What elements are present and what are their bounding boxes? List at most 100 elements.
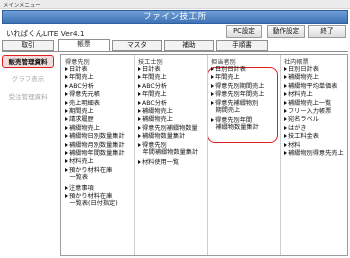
report-item[interactable]: 補綴物売上 xyxy=(138,116,173,123)
report-item[interactable]: 請求履歴 xyxy=(65,116,94,123)
report-item-label: 期間売上 xyxy=(69,108,94,115)
report-item[interactable]: 得意先別年間補綴物数量集計 xyxy=(211,117,259,131)
report-item[interactable]: 注意事項 xyxy=(65,185,94,192)
report-item[interactable]: 得意先別期間売上 xyxy=(211,83,265,90)
tab-5[interactable]: 手順書 xyxy=(216,40,268,51)
play-arrow-icon xyxy=(138,75,141,80)
exit-button[interactable]: 終了 xyxy=(308,25,346,38)
report-item[interactable]: 日計表 xyxy=(138,66,161,73)
report-item-label: 補綴物売上 xyxy=(142,116,173,124)
report-item[interactable]: ABC分析 xyxy=(65,83,94,90)
play-arrow-icon xyxy=(211,100,214,105)
report-item-label: 補綴物売上一覧 xyxy=(288,99,332,107)
report-item-label: 一覧表(日付指定) xyxy=(69,200,118,207)
report-item-label: 材料売上 xyxy=(69,158,94,166)
play-arrow-icon xyxy=(211,67,214,71)
operation-settings-button[interactable]: 動作設定 xyxy=(267,25,305,38)
report-item[interactable]: 補綴物売上 xyxy=(284,74,319,81)
play-arrow-icon xyxy=(284,83,287,88)
report-item[interactable]: 日計表 xyxy=(65,66,88,73)
sidebar-item-1[interactable]: 販売管理資料 xyxy=(2,55,54,68)
play-arrow-icon xyxy=(284,151,287,155)
report-item[interactable]: フリー入力帳票 xyxy=(284,108,331,115)
play-arrow-icon xyxy=(138,142,141,147)
play-arrow-icon xyxy=(65,117,68,122)
report-item-label: 補綴物売上 xyxy=(142,108,173,115)
report-column-2: 技工士別 日計表 年間売上 ABC分析 年間売上 ABC分析 補綴物売上 補綴物売上 得意先別補… xyxy=(134,55,207,255)
report-item-label: 補綴物数量集計 xyxy=(142,133,186,141)
play-arrow-icon xyxy=(211,118,214,123)
play-arrow-icon xyxy=(211,75,214,80)
report-item-label: 補綴物数量集計 xyxy=(215,124,259,132)
report-item[interactable]: 材料 xyxy=(284,142,300,149)
report-item-label: ABC分析 xyxy=(142,99,168,107)
tab-1[interactable]: 取引 xyxy=(2,40,54,51)
play-arrow-icon xyxy=(284,92,287,97)
report-item[interactable]: 年間売上 xyxy=(138,74,167,81)
report-item[interactable]: 宛名ラベル xyxy=(284,116,319,123)
report-item[interactable]: 年間売上 xyxy=(65,74,94,81)
report-column-4: 社内帳票 日別日計表 補綴物売上 補綴物平均単価表 材料売上 補綴物売上一覧 フリー入力帳票… xyxy=(280,55,348,255)
report-item[interactable]: 得意先別年間売上 xyxy=(211,91,265,98)
company-title: ファイン技工所 xyxy=(143,12,207,22)
report-item-label: 得意先元帳 xyxy=(69,91,100,99)
report-item[interactable]: 期間売上 xyxy=(65,108,94,115)
report-item[interactable]: 年間売上 xyxy=(138,91,167,98)
report-item-label: 期間売上 xyxy=(215,106,241,114)
report-item-label: 日計表 xyxy=(142,66,161,73)
column-header: 得意先別 xyxy=(65,59,90,66)
report-item[interactable]: 補綴物月別数量集計 xyxy=(65,142,125,149)
report-item[interactable]: 補綴物平均単価表 xyxy=(284,83,338,90)
sidebar-item-3[interactable]: 受注管理資料 xyxy=(2,91,54,104)
report-item-label: ABC分析 xyxy=(142,82,168,90)
play-arrow-icon xyxy=(65,125,68,130)
report-item[interactable]: 売上明細表 xyxy=(65,100,100,107)
report-item-label: 得意先別補綴物数量 xyxy=(142,124,198,132)
sidebar-item-2[interactable]: グラフ表示 xyxy=(2,73,54,86)
report-item[interactable]: 得意先元帳 xyxy=(65,91,100,98)
report-column-1: 得意先別 日計表 年間売上 ABC分析 得意先元帳 売上明細表 期間売上 請求履歴 補綴物売上補… xyxy=(61,55,134,255)
report-item[interactable]: 補綴物売上 xyxy=(65,125,100,132)
report-item[interactable]: 材料売上 xyxy=(65,158,94,165)
play-arrow-icon xyxy=(65,167,68,172)
report-item[interactable]: 預かり材料在庫 一覧表(日付指定) xyxy=(65,193,118,207)
play-arrow-icon xyxy=(65,75,68,80)
report-item-label: 年間売上 xyxy=(215,74,240,82)
report-item[interactable]: 得意先補綴物別 期間売上 xyxy=(211,100,258,114)
report-item[interactable]: 補綴物日別数量集計 xyxy=(65,133,125,140)
report-item-label: 日別日計表 xyxy=(288,66,319,73)
report-item-label: 補綴物売上 xyxy=(288,74,319,82)
report-item[interactable]: 日別日計表 xyxy=(211,66,246,73)
report-item[interactable]: 得意先別補綴物数量 xyxy=(138,125,198,132)
report-item[interactable]: 材料売上 xyxy=(284,91,313,98)
report-item[interactable]: 預かり材料在庫 一覧表 xyxy=(65,167,112,181)
report-item[interactable]: 日別日計表 xyxy=(284,66,319,73)
tab-3[interactable]: マスタ xyxy=(112,40,162,51)
report-item[interactable]: ABC分析 xyxy=(138,83,167,90)
report-item-label: 年間売上 xyxy=(142,91,167,99)
report-item-label: 請求履歴 xyxy=(69,116,94,124)
play-arrow-icon xyxy=(138,134,141,139)
report-item[interactable]: 補綴物数量集計 xyxy=(138,133,185,140)
play-arrow-icon xyxy=(284,67,287,71)
report-item[interactable]: 得意先別年間補綴物数量集計 xyxy=(138,142,198,156)
report-item-label: 年間売上 xyxy=(142,74,167,82)
report-item-label: 補綴物月別数量集計 xyxy=(69,141,125,149)
report-item-label: 注意事項 xyxy=(69,184,94,192)
report-item[interactable]: 補綴物別得意先売上 xyxy=(284,150,344,157)
play-arrow-icon xyxy=(65,159,68,164)
play-arrow-icon xyxy=(65,134,68,139)
report-item[interactable]: ABC分析 xyxy=(138,100,167,107)
report-item-label: はがき xyxy=(288,124,307,132)
tab-4[interactable]: 補助 xyxy=(164,40,214,51)
report-item[interactable]: 材料使用一覧 xyxy=(138,159,179,166)
report-item[interactable]: はがき xyxy=(284,125,307,132)
report-item[interactable]: 技工料金表 xyxy=(284,133,319,140)
pc-settings-button[interactable]: PC設定 xyxy=(226,25,262,38)
report-item[interactable]: 補綴物売上 xyxy=(138,108,173,115)
column-separator xyxy=(207,55,208,255)
report-item[interactable]: 補綴物年間数量集計 xyxy=(65,150,125,157)
report-item[interactable]: 年間売上 xyxy=(211,74,240,81)
report-item[interactable]: 補綴物売上一覧 xyxy=(284,100,331,107)
report-item-label: 得意先補綴物別 xyxy=(215,99,259,107)
